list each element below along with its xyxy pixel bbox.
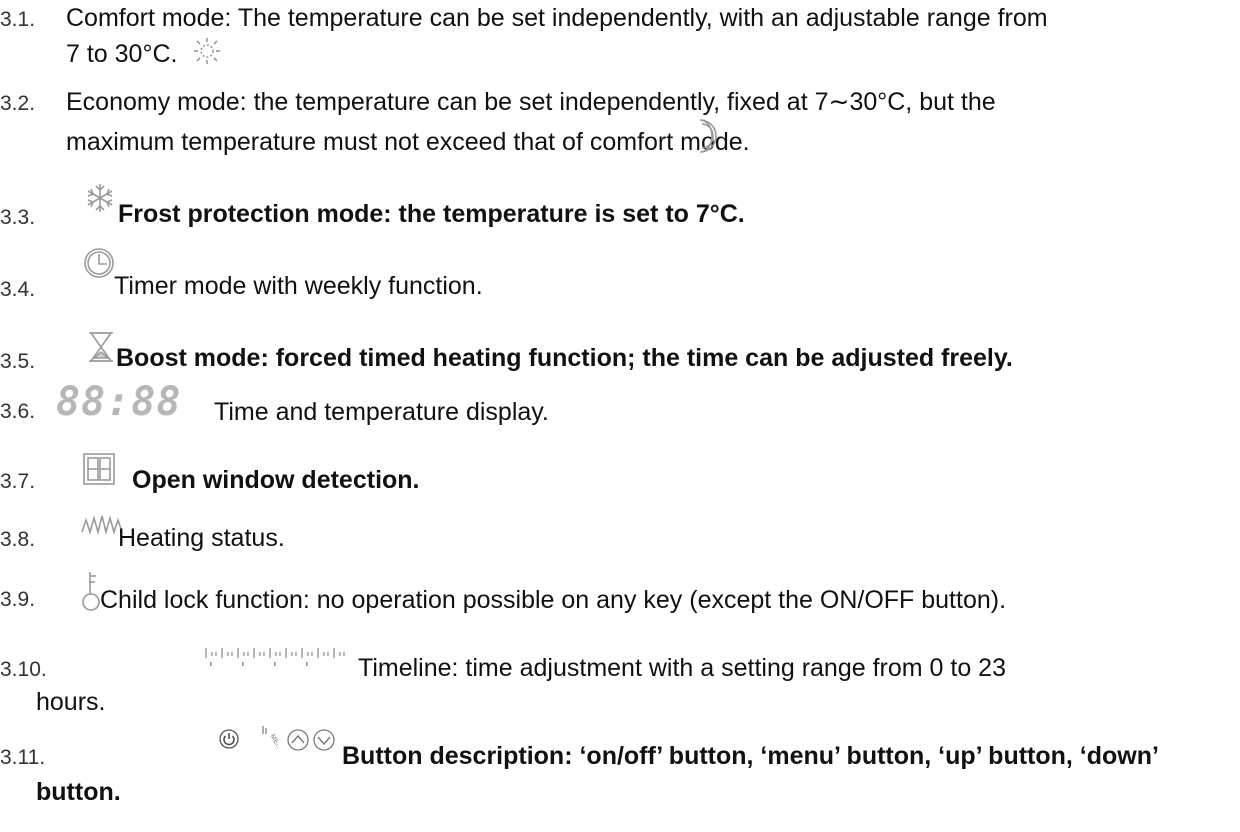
item-text-line1: Timeline: time adjustment with a setting… — [358, 654, 1006, 682]
item-text-line2: 7 to 30°C. — [66, 40, 178, 68]
list-item-3-8: 3.8. Heating status. — [0, 512, 1240, 556]
menu-icon: MENU — [258, 724, 278, 754]
up-icon — [286, 728, 310, 752]
down-icon — [312, 728, 336, 752]
item-number: 3.10. — [0, 658, 47, 681]
item-number: 3.7. — [0, 470, 36, 493]
item-text: Boost mode: forced timed heating functio… — [116, 344, 1013, 372]
list-item-3-2: 3.2. Economy mode: the temperature can b… — [0, 84, 1240, 164]
item-text-line1: Comfort mode: The temperature can be set… — [66, 4, 1048, 32]
power-icon — [218, 728, 240, 750]
item-text-line1: Economy mode: the temperature can be set… — [66, 88, 996, 116]
item-text: Open window detection. — [132, 466, 420, 494]
item-number: 3.3. — [0, 206, 36, 229]
item-text: Frost protection mode: the temperature i… — [118, 200, 745, 228]
moon-icon — [690, 116, 724, 156]
snowflake-icon — [84, 182, 116, 214]
list-item-3-9: 3.9. Child lock function: no operation p… — [0, 570, 1240, 618]
sun-icon — [192, 36, 222, 66]
item-text-line2: button. — [36, 778, 121, 806]
item-number: 3.1. — [0, 8, 36, 31]
item-number: 3.11. — [0, 746, 46, 769]
item-number: 3.4. — [0, 278, 36, 301]
list-item-3-10: 3.10. Timeline: time adjustment with a s… — [0, 646, 1240, 722]
list-item-3-7: 3.7. Open window detection. — [0, 452, 1240, 500]
item-number: 3.2. — [0, 92, 36, 115]
timeline-icon — [204, 646, 346, 668]
list-item-3-3: 3.3. Frost protection mode: the temperat… — [0, 182, 1240, 232]
item-text: Timer mode with weekly function. — [114, 272, 483, 300]
item-text: Child lock function: no operation possib… — [100, 586, 1007, 614]
list-item-3-11: 3.11. MENU Button description: ‘on/off’ … — [0, 722, 1240, 812]
list-item-3-6: 3.6. 88:88 Time and temperature display. — [0, 382, 1240, 432]
item-number: 3.8. — [0, 528, 36, 551]
item-text-line1: Button description: ‘on/off’ button, ‘me… — [342, 742, 1159, 770]
item-number: 3.6. — [0, 400, 36, 423]
item-text: Heating status. — [118, 524, 285, 552]
item-text: Time and temperature display. — [214, 398, 549, 426]
list-item-3-4: 3.4. Timer mode with weekly function. — [0, 246, 1240, 302]
item-number: 3.5. — [0, 350, 36, 373]
item-text-line2: maximum temperature must not exceed that… — [66, 128, 750, 156]
menu-icon-text: MENU — [268, 733, 278, 754]
seven-segment-display: 88:88 — [56, 379, 182, 425]
item-number: 3.9. — [0, 588, 36, 611]
list-item-3-5: 3.5. Boost mode: forced timed heating fu… — [0, 330, 1240, 380]
clock-icon — [82, 246, 116, 280]
hourglass-icon — [86, 330, 116, 364]
window-icon — [82, 452, 116, 486]
list-item-3-1: 3.1. Comfort mode: The temperature can b… — [0, 0, 1240, 80]
item-text-line2: hours. — [36, 688, 106, 716]
